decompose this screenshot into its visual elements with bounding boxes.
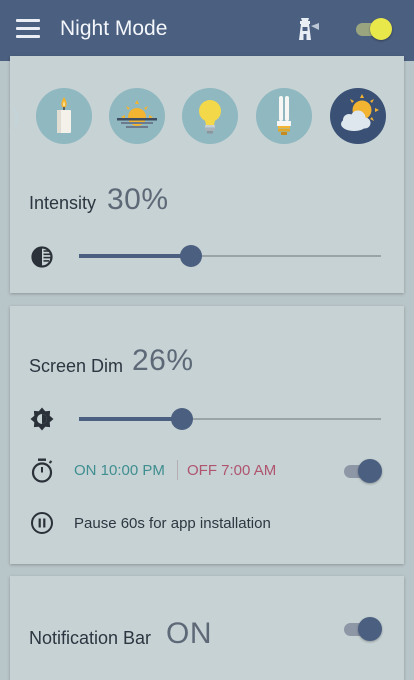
light-bulb-icon bbox=[199, 100, 221, 134]
pause-install-button[interactable]: Pause 60s for app installation bbox=[74, 515, 271, 532]
notification-bar-toggle[interactable] bbox=[344, 617, 384, 641]
candle-icon bbox=[57, 97, 71, 133]
app-bar: Night Mode bbox=[0, 0, 414, 61]
schedule-off-time[interactable]: OFF 7:00 AM bbox=[187, 462, 276, 479]
notification-bar-value: ON bbox=[166, 617, 212, 650]
sun-behind-cloud-icon bbox=[341, 94, 379, 131]
color-presets bbox=[10, 88, 404, 144]
preset-candle[interactable] bbox=[36, 88, 92, 144]
hamburger-menu-icon[interactable] bbox=[16, 19, 40, 39]
schedule-toggle[interactable] bbox=[344, 459, 384, 483]
previous-preset-edge[interactable] bbox=[8, 106, 18, 130]
screen-dim-card: Screen Dim 26% ON 10:00 PM OFF 7:00 AM P… bbox=[10, 306, 404, 564]
preset-fluorescent-lamp[interactable] bbox=[256, 88, 312, 144]
master-switch-thumb bbox=[370, 18, 392, 40]
screen-dim-slider-fill bbox=[79, 417, 182, 421]
screen-dim-slider-thumb[interactable] bbox=[170, 408, 193, 430]
intensity-slider[interactable] bbox=[79, 245, 381, 267]
fluorescent-lamp-icon bbox=[277, 96, 291, 135]
night-mode-master-switch[interactable] bbox=[354, 18, 394, 40]
filter-card: Intensity 30% bbox=[10, 56, 404, 293]
preset-light-bulb[interactable] bbox=[182, 88, 238, 144]
notification-bar-toggle-thumb bbox=[358, 617, 382, 641]
app-title: Night Mode bbox=[60, 17, 168, 40]
screen-dim-label: Screen Dim bbox=[29, 356, 124, 376]
screen-dim-value: 26% bbox=[132, 344, 194, 377]
schedule-divider bbox=[177, 460, 178, 480]
intensity-slider-fill bbox=[79, 254, 191, 258]
preset-sunset[interactable] bbox=[109, 88, 165, 144]
preset-sun-behind-cloud[interactable] bbox=[330, 88, 386, 144]
intensity-slider-thumb[interactable] bbox=[179, 245, 202, 267]
intensity-value: 30% bbox=[107, 183, 169, 216]
lighthouse-icon[interactable] bbox=[292, 16, 320, 49]
stopwatch-icon bbox=[30, 458, 54, 489]
brightness-icon bbox=[30, 407, 54, 436]
schedule-on-time[interactable]: ON 10:00 PM bbox=[74, 462, 165, 479]
contrast-icon bbox=[30, 245, 54, 274]
screen-dim-slider[interactable] bbox=[79, 408, 381, 430]
schedule-toggle-thumb bbox=[358, 459, 382, 483]
pause-circle-icon[interactable] bbox=[30, 511, 54, 540]
notification-bar-card: Notification Bar ON bbox=[10, 576, 404, 680]
notification-bar-label: Notification Bar bbox=[29, 628, 152, 648]
intensity-label: Intensity bbox=[29, 193, 97, 213]
sunset-icon bbox=[117, 100, 157, 128]
